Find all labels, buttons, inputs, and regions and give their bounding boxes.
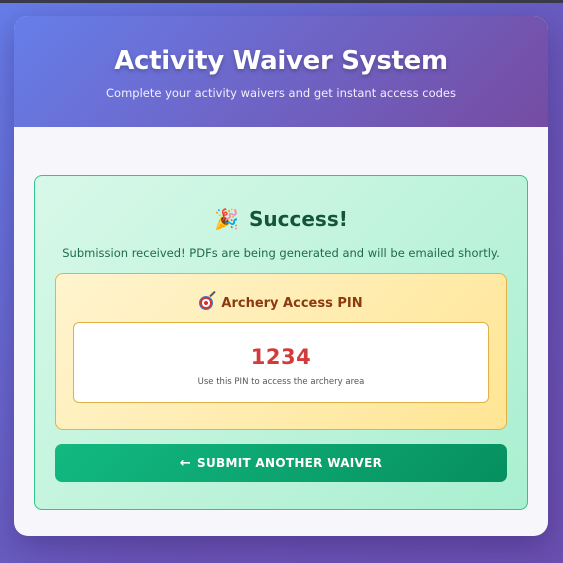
page-header: Activity Waiver System Complete your act… <box>14 16 548 127</box>
party-popper-icon: 🎉 <box>214 207 240 231</box>
window-top-strip <box>0 0 563 3</box>
pin-heading: Archery Access PIN <box>56 294 506 312</box>
submit-another-waiver-button[interactable]: ← SUBMIT ANOTHER WAIVER <box>55 444 507 482</box>
success-message: Submission received! PDFs are being gene… <box>62 246 500 260</box>
pin-value: 1234 <box>250 345 312 369</box>
success-title: Success! <box>249 207 348 231</box>
submit-another-label: SUBMIT ANOTHER WAIVER <box>197 456 383 470</box>
pin-note: Use this PIN to access the archery area <box>197 377 365 387</box>
success-panel: 🎉 Success! Submission received! PDFs are… <box>34 175 528 510</box>
pin-title: Archery Access PIN <box>221 295 363 311</box>
pin-display: 1234 Use this PIN to access the archery … <box>73 322 489 403</box>
success-heading: 🎉 Success! <box>35 206 527 232</box>
arrow-left-icon: ← <box>179 455 192 471</box>
pin-panel: Archery Access PIN 1234 Use this PIN to … <box>55 273 507 430</box>
page-subtitle: Complete your activity waivers and get i… <box>106 86 456 100</box>
waiver-card: Activity Waiver System Complete your act… <box>14 16 548 536</box>
target-icon <box>199 296 214 310</box>
page-title: Activity Waiver System <box>114 46 448 76</box>
